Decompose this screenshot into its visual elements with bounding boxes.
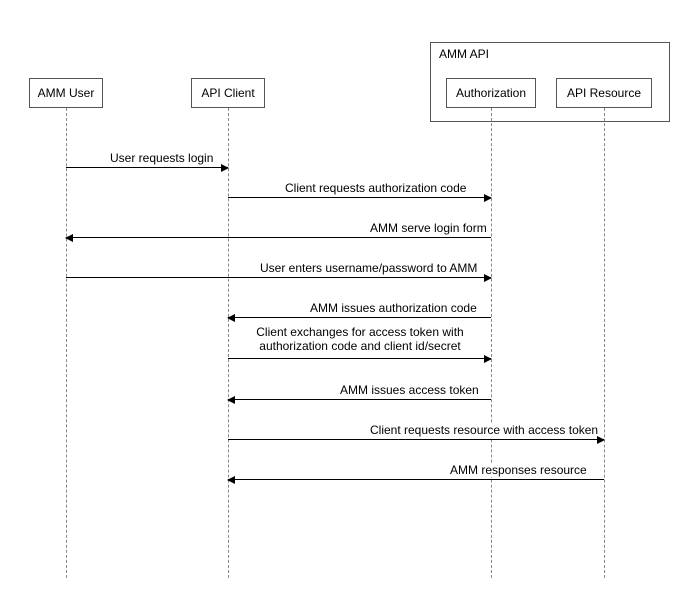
arrow-4 [66,277,491,278]
arrow-8 [228,439,604,440]
msg-5: AMM issues authorization code [310,301,477,315]
msg-7: AMM issues access token [340,383,479,397]
lifeline-user [66,108,67,578]
participant-resource-label: API Resource [567,86,641,100]
msg-4: User enters username/password to AMM [260,261,477,275]
lifeline-resource [604,108,605,578]
arrow-6 [228,358,491,359]
participant-auth: Authorization [446,78,536,108]
api-frame-title: AMM API [439,47,489,61]
participant-client-label: API Client [201,86,254,100]
msg-2: Client requests authorization code [285,181,466,195]
participant-resource: API Resource [556,78,652,108]
arrow-5 [228,317,491,318]
participant-user-label: AMM User [38,86,95,100]
lifeline-client [228,108,229,578]
arrow-7 [228,399,491,400]
msg-1: User requests login [110,151,213,165]
participant-auth-label: Authorization [456,86,526,100]
msg-6: Client exchanges for access token with a… [240,325,480,354]
arrow-2 [228,197,491,198]
msg-3: AMM serve login form [370,221,487,235]
sequence-diagram: AMM API AMM User API Client Authorizatio… [0,0,678,613]
participant-user: AMM User [29,78,103,108]
arrow-9 [228,479,604,480]
msg-8: Client requests resource with access tok… [370,423,598,437]
lifeline-auth [491,108,492,578]
participant-client: API Client [191,78,265,108]
arrow-1 [66,167,228,168]
arrow-3 [66,237,491,238]
msg-9: AMM responses resource [450,463,587,477]
